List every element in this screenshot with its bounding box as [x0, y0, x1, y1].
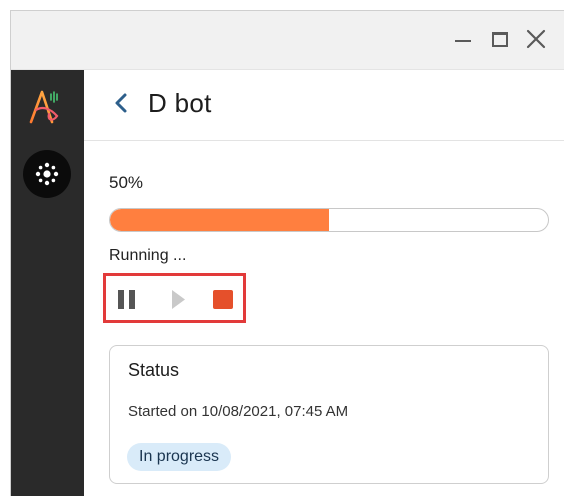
hub-icon: [35, 162, 59, 186]
stop-icon[interactable]: [213, 289, 233, 309]
progress-fill: [110, 209, 329, 231]
minimize-icon: [455, 40, 471, 42]
close-icon: [526, 29, 546, 49]
status-card-title: Status: [128, 360, 180, 380]
sidebar: [11, 70, 84, 496]
pause-icon[interactable]: [117, 289, 137, 309]
minimize-button[interactable]: [451, 27, 475, 51]
app-window: D bot 50% Running ... Status Started on …: [10, 10, 564, 496]
chevron-left-icon[interactable]: [112, 92, 130, 114]
title-bar: [11, 11, 564, 70]
run-status-text: Running ...: [109, 247, 187, 264]
started-timestamp: Started on 10/08/2021, 07:45 AM: [128, 403, 349, 420]
maximize-icon: [492, 32, 508, 47]
sidebar-item-hub[interactable]: [23, 150, 71, 198]
progress-percent: 50%: [109, 173, 144, 192]
status-card: Status Started on 10/08/2021, 07:45 AM I…: [109, 345, 549, 484]
bot-controls-highlight: [103, 273, 246, 323]
status-badge: In progress: [127, 443, 232, 471]
close-button[interactable]: [524, 27, 548, 51]
app-logo-icon: [29, 90, 59, 124]
progress-bar: [109, 208, 549, 232]
page-header: D bot: [84, 70, 564, 141]
maximize-button[interactable]: [488, 27, 512, 51]
play-icon[interactable]: [168, 289, 188, 309]
page-title: D bot: [148, 88, 212, 118]
main-panel: D bot 50% Running ... Status Started on …: [84, 70, 564, 496]
